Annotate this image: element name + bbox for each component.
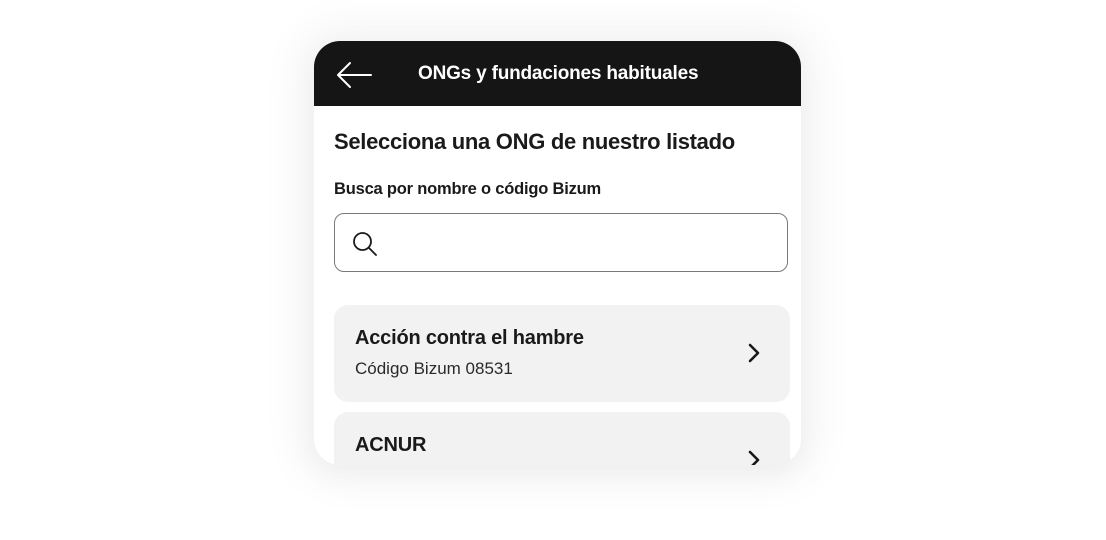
search-field[interactable] [334,213,788,272]
ngo-name: ACNUR [355,434,427,456]
phone-screen: ONGs y fundaciones habituales Selecciona… [314,41,801,465]
search-label: Busca por nombre o código Bizum [334,180,601,198]
arrow-left-icon [337,62,372,88]
page-title: ONGs y fundaciones habituales [418,63,699,84]
app-header: ONGs y fundaciones habituales [314,41,801,106]
ngo-list-item-accion-contra-el-hambre[interactable]: Acción contra el hambre Código Bizum 085… [334,305,790,402]
page-background: ONGs y fundaciones habituales Selecciona… [0,0,1106,540]
section-title: Selecciona una ONG de nuestro listado [334,129,735,154]
search-input[interactable] [391,224,775,262]
ngo-name: Acción contra el hambre [355,327,584,349]
back-button[interactable] [332,55,376,95]
chevron-right-icon [748,343,760,363]
chevron-right-icon [748,450,760,465]
ngo-bizum-code: Código Bizum 08531 [355,359,513,378]
search-icon [353,232,377,256]
ngo-list-item-acnur[interactable]: ACNUR [334,412,790,465]
